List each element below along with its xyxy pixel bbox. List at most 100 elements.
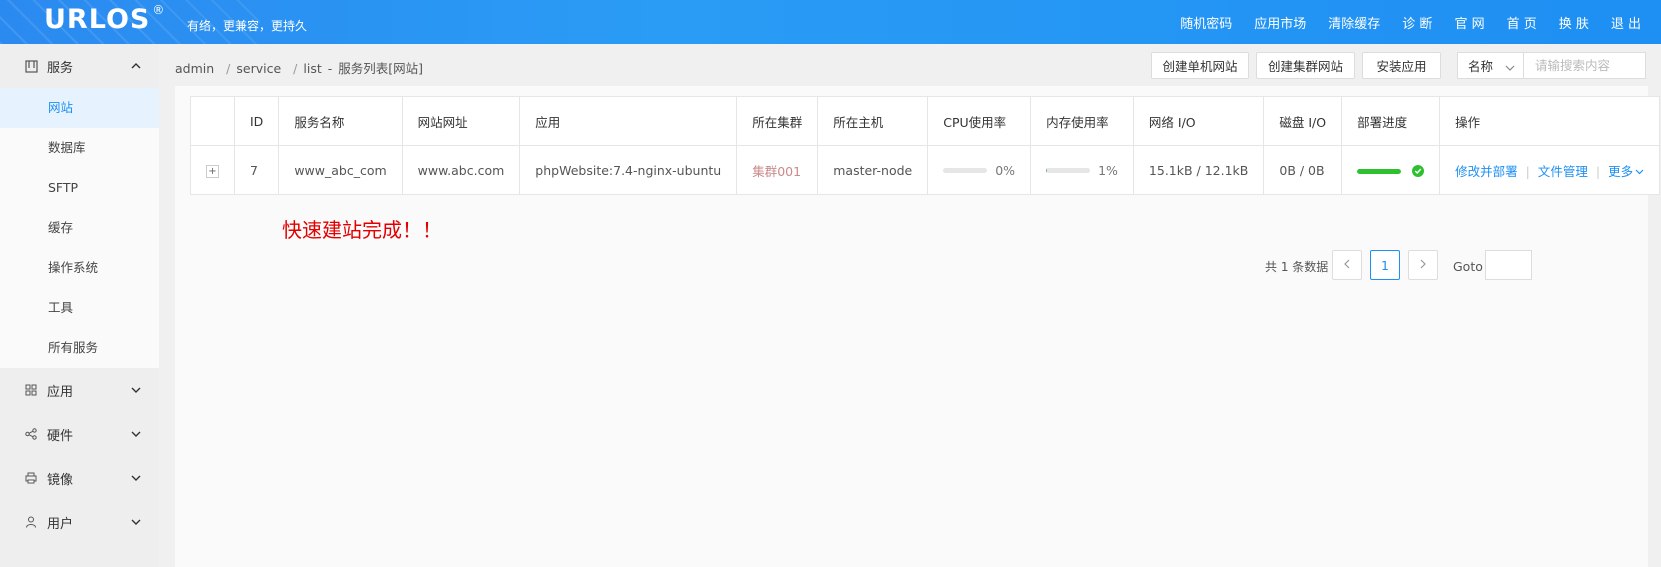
action-divider: | (1525, 163, 1530, 179)
breadcrumb-separator: / (293, 61, 298, 76)
sidebar-item-all-services[interactable]: 所有服务 (0, 328, 159, 368)
success-notice: 快速建站完成！！ (282, 218, 442, 242)
sidebar-group-service[interactable]: 服务 (0, 44, 159, 88)
table-header-host: 所在主机 (817, 96, 929, 146)
cluster-link[interactable]: 集群001 (752, 164, 801, 179)
breadcrumb-admin[interactable]: admin (175, 61, 214, 76)
nav-change-skin[interactable]: 换 肤 (1559, 13, 1589, 32)
nav-app-market[interactable]: 应用市场 (1254, 13, 1306, 32)
app-cell: phpWebsite:7.4-nginx-ubuntu (519, 145, 738, 195)
top-header: URLOS ® 有络，更兼容，更持久 随机密码 应用市场 清除缓存 诊 断 官 网… (0, 0, 1661, 44)
share-icon (24, 427, 38, 441)
nav-diagnose[interactable]: 诊 断 (1402, 13, 1432, 32)
sidebar-group-label: 服务 (47, 60, 74, 76)
pager-page-1[interactable]: 1 (1370, 250, 1400, 280)
table-header-deploy: 部署进度 (1341, 96, 1441, 146)
id-cell: 7 (233, 145, 280, 195)
table-header-net-io: 网络 I/O (1132, 96, 1265, 146)
printer-icon (24, 471, 38, 485)
table-header-url: 网站网址 (401, 96, 521, 146)
pager-prev-button[interactable] (1332, 250, 1362, 280)
sidebar-item-tools[interactable]: 工具 (0, 288, 159, 328)
sidebar-submenu-service: 网站 数据库 SFTP 缓存 操作系统 工具 所有服务 (0, 88, 159, 368)
cluster-cell: 集群001 (736, 145, 819, 195)
url-cell: www.abc.com (401, 145, 521, 195)
chevron-down-icon (131, 428, 141, 443)
pager-next-button[interactable] (1408, 250, 1438, 280)
search-field-select[interactable]: 名称 (1457, 52, 1524, 79)
sidebar-group-users[interactable]: 用户 (0, 500, 159, 544)
net-io-cell: 15.1kB / 12.1kB (1132, 145, 1265, 195)
sidebar: 服务 网站 数据库 SFTP 缓存 操作系统 工具 所有服务 应用 硬件 镜像 … (0, 44, 159, 567)
file-manager-link[interactable]: 文件管理 (1538, 164, 1588, 179)
nav-home[interactable]: 首 页 (1507, 13, 1537, 32)
action-divider: | (1595, 163, 1601, 179)
table-header-id: ID (233, 96, 280, 146)
table-header-actions: 操作 (1439, 96, 1661, 146)
service-name-cell: www_abc_com (278, 145, 403, 195)
service-icon (24, 59, 38, 73)
nav-logout[interactable]: 退 出 (1611, 13, 1641, 32)
table-header-disk-io: 磁盘 I/O (1263, 96, 1343, 146)
cpu-cell: 0% (927, 145, 1032, 195)
breadcrumb-list[interactable]: list (303, 61, 321, 76)
memory-progress-bar (1046, 168, 1091, 173)
sidebar-group-apps[interactable]: 应用 (0, 368, 159, 412)
deploy-cell (1341, 145, 1441, 195)
logo-text: URLOS (44, 4, 151, 35)
create-single-site-button[interactable]: 创建单机网站 (1151, 52, 1249, 79)
breadcrumb-separator: / (226, 61, 231, 76)
breadcrumb: admin / service / list - 服务列表[网站] (175, 58, 429, 77)
disk-io-cell: 0B / 0B (1263, 145, 1343, 195)
table-header-memory: 内存使用率 (1030, 96, 1134, 146)
sidebar-group-label: 硬件 (47, 428, 74, 444)
search-field-value: 名称 (1468, 59, 1494, 74)
nav-random-password[interactable]: 随机密码 (1180, 13, 1232, 32)
table-header-row: ID 服务名称 网站网址 应用 所在集群 所在主机 CPU使用率 内存使用率 网… (190, 96, 1661, 146)
sidebar-item-cache[interactable]: 缓存 (0, 208, 159, 248)
chevron-down-icon (131, 472, 141, 487)
nav-clear-cache[interactable]: 清除缓存 (1328, 13, 1380, 32)
goto-input[interactable] (1485, 250, 1532, 280)
logo: URLOS ® (44, 3, 166, 35)
chevron-down-icon (1633, 164, 1644, 179)
sidebar-item-sftp[interactable]: SFTP (0, 168, 159, 208)
sidebar-group-label: 镜像 (47, 472, 74, 488)
install-app-button[interactable]: 安装应用 (1362, 52, 1441, 79)
sidebar-group-images[interactable]: 镜像 (0, 456, 159, 500)
user-icon (24, 515, 38, 529)
modify-deploy-link[interactable]: 修改并部署 (1455, 164, 1518, 179)
more-link[interactable]: 更多 (1608, 164, 1644, 179)
sidebar-item-database[interactable]: 数据库 (0, 128, 159, 168)
expand-cell: + (190, 145, 235, 195)
expand-row-button[interactable]: + (206, 165, 219, 178)
sidebar-item-website[interactable]: 网站 (0, 88, 159, 128)
table-header-cluster: 所在集群 (736, 96, 819, 146)
table-header-cpu: CPU使用率 (927, 96, 1032, 146)
memory-cell: 1% (1030, 145, 1134, 195)
deploy-progress-bar (1357, 168, 1402, 174)
actions-cell: 修改并部署 | 文件管理 | 更多 (1439, 145, 1661, 195)
sidebar-item-os[interactable]: 操作系统 (0, 248, 159, 288)
chevron-down-icon (131, 384, 141, 399)
check-circle-icon (1412, 165, 1425, 177)
table-row: + 7 www_abc_com www.abc.com phpWebsite:7… (190, 145, 1661, 195)
search-input[interactable] (1523, 52, 1646, 79)
sidebar-group-label: 应用 (47, 384, 74, 400)
more-label: 更多 (1608, 163, 1634, 179)
chevron-right-icon (1419, 258, 1427, 273)
grid-icon (24, 383, 38, 397)
logo-registered-mark: ® (152, 3, 166, 17)
nav-official-site[interactable]: 官 网 (1454, 13, 1484, 32)
create-cluster-site-button[interactable]: 创建集群网站 (1256, 52, 1355, 79)
breadcrumb-service[interactable]: service (236, 61, 281, 76)
table-header-app: 应用 (519, 96, 738, 146)
cpu-progress-bar (943, 168, 988, 173)
content-panel: ID 服务名称 网站网址 应用 所在集群 所在主机 CPU使用率 内存使用率 网… (175, 86, 1661, 567)
sidebar-group-label: 用户 (47, 516, 74, 532)
sidebar-group-hardware[interactable]: 硬件 (0, 412, 159, 456)
host-cell: master-node (817, 145, 929, 195)
deploy-progress-fill (1357, 168, 1402, 174)
table-header-expand (190, 96, 235, 146)
chevron-down-icon (1505, 61, 1515, 76)
